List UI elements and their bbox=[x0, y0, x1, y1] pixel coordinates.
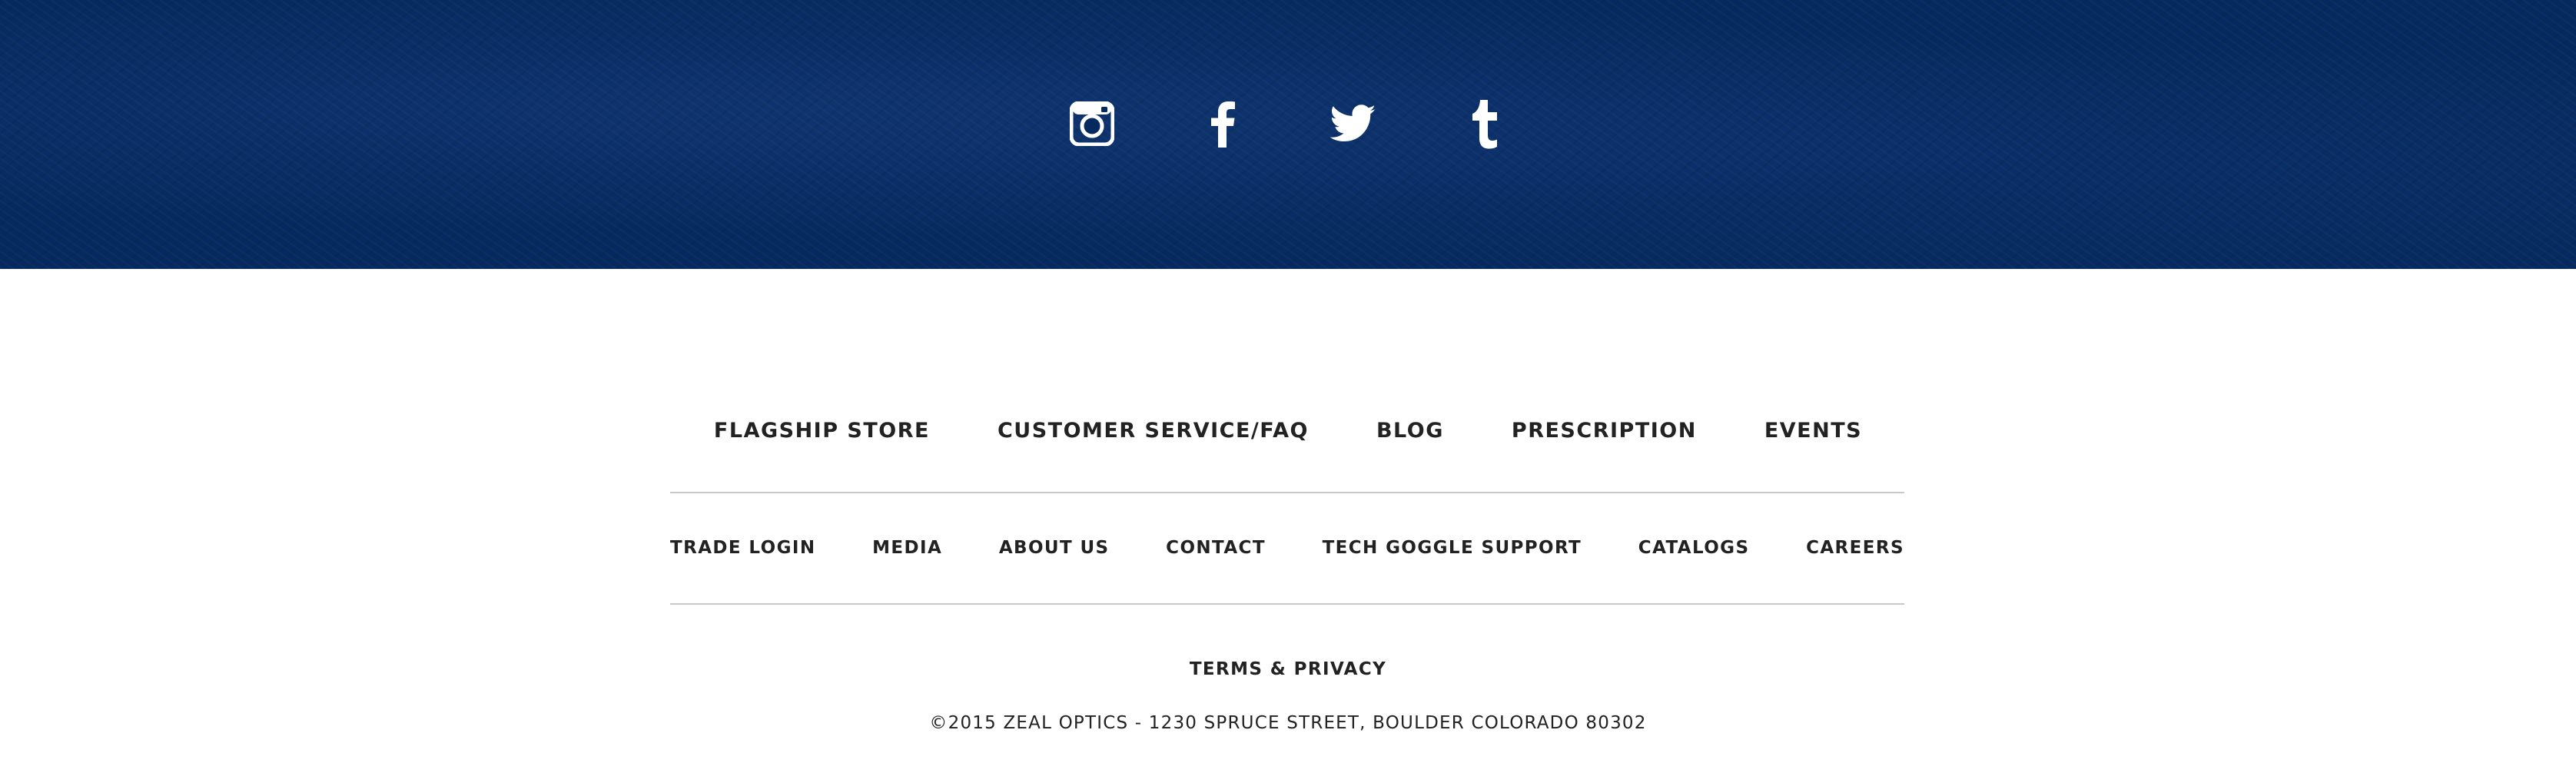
facebook-link[interactable] bbox=[1196, 97, 1250, 151]
tumblr-icon bbox=[1469, 98, 1499, 149]
divider bbox=[670, 603, 1904, 605]
footer-link-about-us[interactable]: ABOUT US bbox=[999, 538, 1110, 558]
page: FLAGSHIP STORE CUSTOMER SERVICE/FAQ BLOG… bbox=[0, 0, 2576, 783]
facebook-icon bbox=[1210, 100, 1236, 148]
tumblr-link[interactable] bbox=[1457, 97, 1511, 151]
social-icons bbox=[0, 97, 2576, 151]
primary-footer-nav: FLAGSHIP STORE CUSTOMER SERVICE/FAQ BLOG… bbox=[0, 419, 2576, 443]
footer-link-customer-service-faq[interactable]: CUSTOMER SERVICE/FAQ bbox=[998, 419, 1309, 443]
twitter-icon bbox=[1330, 105, 1376, 143]
terms-row: TERMS & PRIVACY bbox=[0, 659, 2576, 679]
footer-link-trade-login[interactable]: TRADE LOGIN bbox=[670, 538, 815, 558]
footer-link-careers[interactable]: CAREERS bbox=[1806, 538, 1904, 558]
footer-link-flagship-store[interactable]: FLAGSHIP STORE bbox=[714, 419, 930, 443]
footer-link-media[interactable]: MEDIA bbox=[872, 538, 942, 558]
footer-link-blog[interactable]: BLOG bbox=[1376, 419, 1444, 443]
social-band bbox=[0, 0, 2576, 269]
twitter-link[interactable] bbox=[1326, 97, 1380, 151]
footer-link-tech-goggle-support[interactable]: TECH GOGGLE SUPPORT bbox=[1323, 538, 1582, 558]
instagram-link[interactable] bbox=[1065, 97, 1119, 151]
copyright-text: ©2015 ZEAL OPTICS - 1230 SPRUCE STREET, … bbox=[929, 713, 1647, 733]
terms-privacy-link[interactable]: TERMS & PRIVACY bbox=[1190, 659, 1386, 679]
divider bbox=[670, 492, 1904, 493]
footer-link-prescription[interactable]: PRESCRIPTION bbox=[1512, 419, 1697, 443]
site-footer: FLAGSHIP STORE CUSTOMER SERVICE/FAQ BLOG… bbox=[0, 269, 2576, 783]
footer-link-catalogs[interactable]: CATALOGS bbox=[1638, 538, 1750, 558]
footer-link-events[interactable]: EVENTS bbox=[1764, 419, 1862, 443]
secondary-footer-nav: TRADE LOGIN MEDIA ABOUT US CONTACT TECH … bbox=[670, 538, 1904, 558]
footer-link-contact[interactable]: CONTACT bbox=[1166, 538, 1266, 558]
instagram-icon bbox=[1070, 101, 1114, 146]
